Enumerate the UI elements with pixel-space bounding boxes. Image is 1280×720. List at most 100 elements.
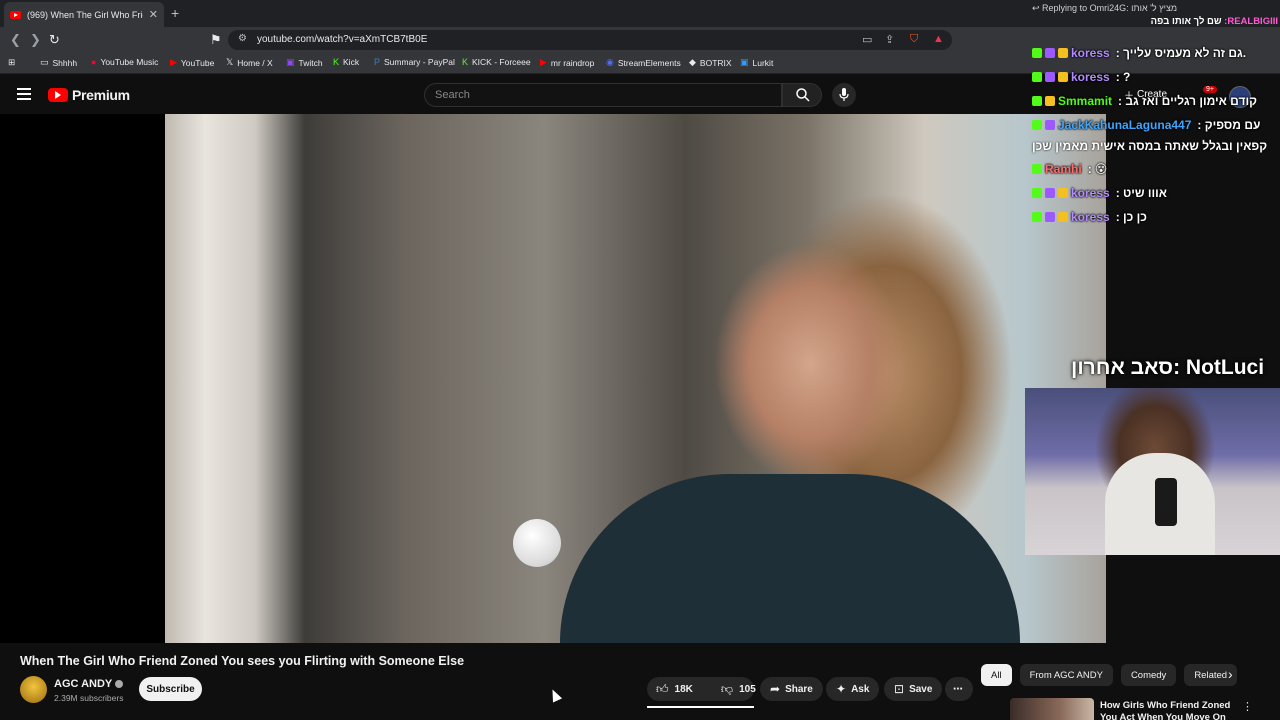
bookmark-youtube[interactable]: ▶ YouTube [170, 57, 214, 68]
reload-icon[interactable]: ↻ [49, 32, 60, 48]
ask-button[interactable]: ✦ Ask [826, 677, 880, 701]
youtube-icon: ▶ [540, 57, 547, 67]
chat-text: : גם זה לא מעמיס עלייך. [1115, 46, 1247, 60]
bookmark-mr-raindrop[interactable]: ▶ mr raindrop [540, 57, 594, 68]
video-title: When The Girl Who Friend Zoned You sees … [20, 654, 465, 668]
bookmark-botrix[interactable]: ◆ BOTRIX [689, 57, 732, 68]
video-frame [165, 114, 1106, 643]
more-vertical-icon[interactable]: ⋮ [1242, 700, 1253, 713]
menu-icon[interactable] [17, 88, 31, 103]
chat-user: Ramhi [1045, 162, 1082, 176]
chat-text: : ? [1115, 70, 1131, 84]
ask-label: Ask [851, 683, 870, 695]
bookmark-lurkit[interactable]: ▣ Lurkit [740, 57, 773, 68]
bookmark-label: StreamElements [617, 57, 681, 68]
address-bar[interactable]: ⚙ youtube.com/watch?v=aXmTCB7tB0E ▭ ⇪ ⛉ … [228, 30, 952, 50]
channel-name-text: AGC ANDY [54, 678, 113, 690]
back-icon[interactable]: ❮ [10, 32, 21, 48]
bookmark-twitch[interactable]: ▣ Twitch [286, 57, 323, 68]
video-player[interactable] [0, 114, 1106, 643]
like-count: 18K [674, 683, 693, 695]
more-icon: ⋯ [953, 683, 963, 695]
chat-user: koress [1071, 70, 1110, 84]
bookmark-label: Twitch [298, 57, 323, 68]
kick-badge-icon [1032, 120, 1042, 130]
chevron-right-icon[interactable]: › [1228, 666, 1233, 682]
share-button[interactable]: ➦ Share [760, 677, 823, 701]
bookmark-kick[interactable]: K Kick [333, 57, 359, 67]
channel-avatar[interactable] [20, 676, 47, 703]
chat-message-continuation: קפאין ובגלל שאתה במסה אישית מאמין שכן [1032, 139, 1268, 153]
crown-badge-icon [1058, 72, 1068, 82]
youtube-favicon-icon [10, 10, 21, 19]
like-dislike-group: 👍︎ 18K 👎︎ 105 [647, 677, 756, 701]
more-actions-button[interactable]: ⋯ [945, 677, 973, 701]
search-input[interactable] [425, 84, 781, 106]
like-button[interactable]: 👍︎ 18K [647, 677, 702, 701]
url-text[interactable]: youtube.com/watch?v=aXmTCB7tB0E [257, 34, 427, 45]
rewards-icon[interactable]: ▲ [933, 33, 944, 45]
channel-name[interactable]: AGC ANDY [54, 678, 124, 690]
thumbs-up-icon: 👍︎ [656, 681, 669, 696]
subscriber-badge-icon [1045, 72, 1055, 82]
kick-badge-icon [1032, 72, 1042, 82]
new-tab-icon[interactable]: + [171, 5, 179, 21]
reply-text: Replying to Omri24G: מציץ ל' אותו [1042, 3, 1178, 13]
reply-icon: ↩ [1032, 3, 1043, 13]
apps-icon[interactable]: ⊞ [8, 57, 15, 68]
chat-user: JackKahunaLaguna447 [1058, 118, 1192, 132]
sparkle-icon: ✦ [836, 682, 847, 696]
site-info-icon[interactable]: ⚙ [238, 33, 247, 44]
bookmark-shhhh[interactable]: ▭ Shhhh [40, 57, 77, 68]
browser-tab-youtube[interactable]: (969) When The Girl Who Friend ✕ [4, 2, 164, 27]
streamer-microphone [1155, 478, 1177, 526]
chat-message: Smmamit: קודם אימון רגליים ואז גב [1032, 94, 1276, 108]
recommended-thumbnail[interactable] [1010, 698, 1094, 720]
cast-icon[interactable]: ▭ [862, 33, 872, 46]
subscribe-button[interactable]: Subscribe [139, 677, 202, 701]
recommended-title[interactable]: How Girls Who Friend Zoned You Act When … [1100, 700, 1235, 720]
bookmark-paypal[interactable]: P Summary - PayPal [374, 57, 455, 67]
share-page-icon[interactable]: ⇪ [885, 33, 894, 46]
chat-user: koress [1071, 210, 1110, 224]
chip-comedy[interactable]: Comedy [1120, 664, 1177, 686]
chat-pinned-message: REALBIGIII: שם לך אותו בפה [1032, 16, 1278, 27]
chat-text: : קודם אימון רגליים ואז גב [1118, 94, 1257, 108]
forward-icon[interactable]: ❯ [30, 32, 41, 48]
bookmark-kick-forceee[interactable]: K KICK - Forceee [462, 57, 531, 67]
subscriber-badge-icon [1045, 188, 1055, 198]
crown-badge-icon [1058, 48, 1068, 58]
crown-badge-icon [1058, 188, 1068, 198]
botrix-icon: ◆ [689, 57, 696, 67]
bookmark-streamelements[interactable]: ◉ StreamElements [606, 57, 681, 68]
x-icon: 𝕏 [226, 57, 234, 67]
search-box[interactable] [424, 83, 782, 107]
chat-user: koress [1071, 46, 1110, 60]
chat-text: : [1087, 162, 1092, 176]
chat-message: koress : גם זה לא מעמיס עלייך. [1032, 46, 1276, 60]
chip-from-channel[interactable]: From AGC ANDY [1019, 664, 1113, 686]
related-filter-chips: All From AGC ANDY Comedy Related [981, 664, 1238, 686]
voice-search-button[interactable] [832, 83, 856, 107]
bookmark-icon: ⊡ [894, 682, 905, 696]
save-button[interactable]: ⊡ Save [884, 677, 943, 701]
youtube-logo[interactable]: Premium [48, 87, 130, 103]
bookmark-page-icon[interactable]: ⚑ [210, 32, 222, 48]
bookmark-youtube-music[interactable]: ● YouTube Music [91, 57, 158, 67]
share-label: Share [785, 683, 813, 695]
chat-message: koress: אווו שיט [1032, 186, 1276, 200]
dislike-count: 105 [739, 683, 756, 695]
thumbs-down-icon: 👎︎ [720, 681, 734, 696]
paypal-icon: P [374, 57, 381, 67]
chip-all[interactable]: All [981, 664, 1012, 686]
bookmark-label: KICK - Forceee [472, 57, 531, 67]
dislike-button[interactable]: 👎︎ 105 [712, 677, 765, 701]
last-subscriber-label: סאב אחרון: NotLuci [1071, 356, 1265, 379]
bookmark-x[interactable]: 𝕏 Home / X [226, 57, 273, 68]
save-label: Save [909, 683, 933, 695]
search-button[interactable] [782, 83, 822, 107]
brave-shield-icon[interactable]: ⛉ [910, 33, 918, 46]
bookmark-label: Home / X [237, 57, 273, 68]
close-tab-icon[interactable]: ✕ [149, 8, 158, 21]
recommended-video[interactable]: How Girls Who Friend Zoned You Act When … [1010, 698, 1270, 720]
